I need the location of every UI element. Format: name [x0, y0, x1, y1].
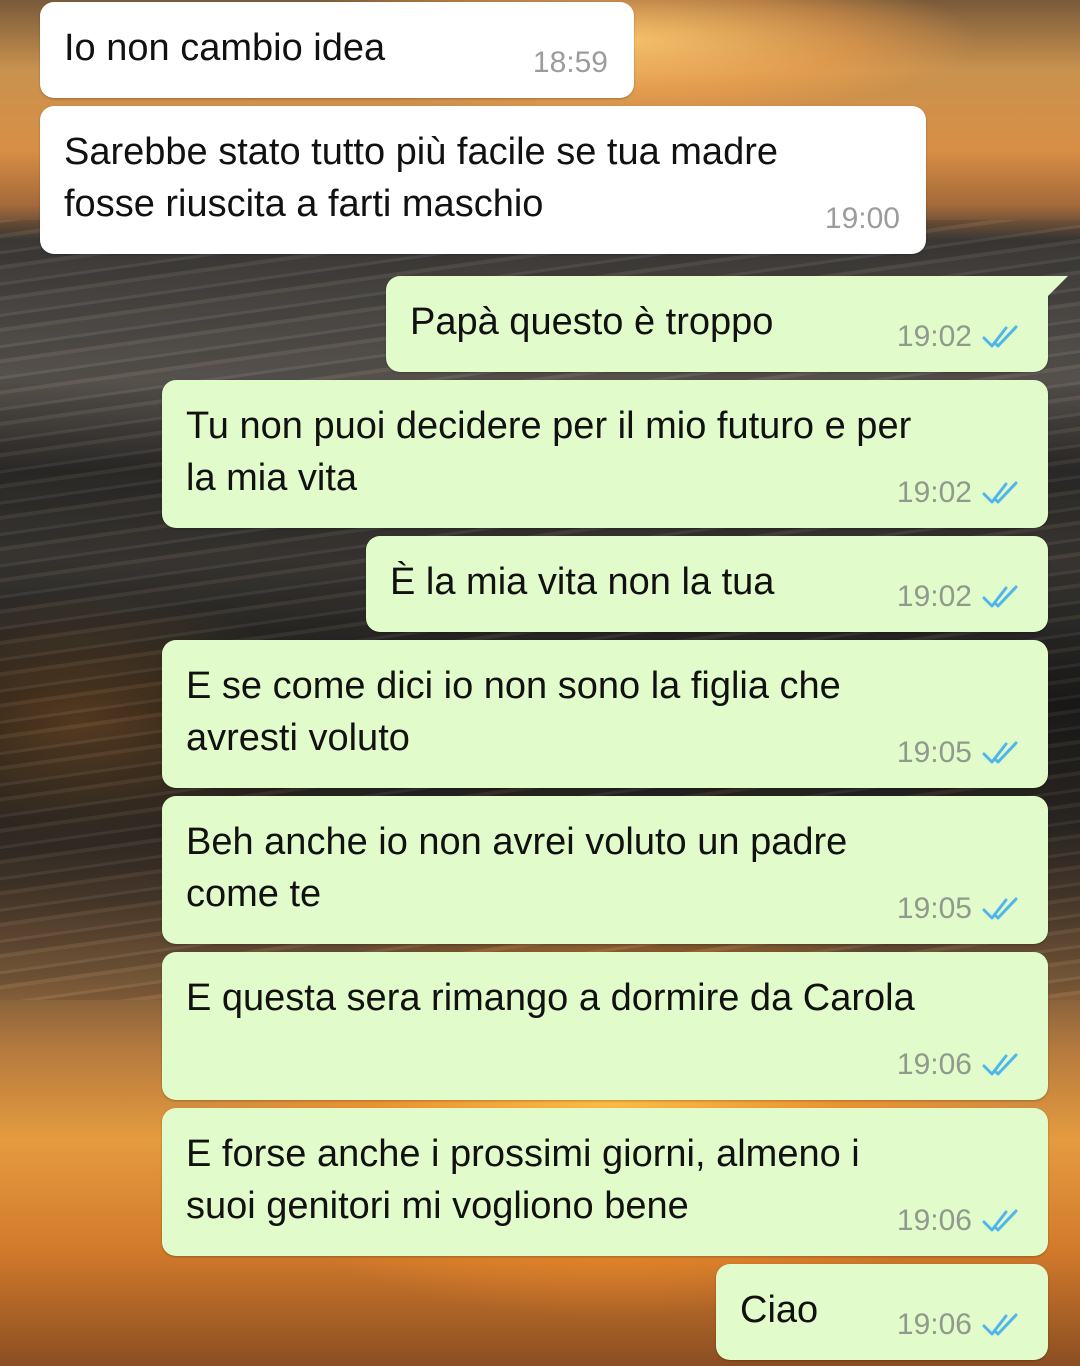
- message-text: Tu non puoi decidere per il mio futuro e…: [186, 405, 912, 499]
- double-check-icon: [982, 1209, 1018, 1232]
- message-bubble-outgoing[interactable]: E questa sera rimango a dormire da Carol…: [162, 952, 1048, 1100]
- message-bubble-outgoing[interactable]: È la mia vita non la tua 19:02: [366, 536, 1048, 632]
- double-check-icon: [982, 481, 1018, 504]
- message-text: E forse anche i prossimi giorni, almeno …: [186, 1133, 860, 1227]
- message-text: Io non cambio idea: [64, 27, 386, 69]
- double-check-icon: [982, 1313, 1018, 1336]
- message-text: Sarebbe stato tutto più facile se tua ma…: [64, 131, 778, 225]
- double-check-icon: [982, 585, 1018, 608]
- double-check-icon: [982, 897, 1018, 920]
- double-check-icon: [982, 325, 1018, 348]
- message-time: 19:02: [896, 580, 972, 613]
- message-time: 19:02: [896, 320, 972, 353]
- message-bubble-outgoing[interactable]: E se come dici io non sono la figlia che…: [162, 640, 1048, 788]
- message-meta: 19:02: [897, 476, 1022, 510]
- message-time: 19:06: [896, 1204, 972, 1237]
- message-text: Papà questo è troppo: [410, 301, 774, 343]
- message-bubble-incoming[interactable]: Io non cambio idea 18:59: [40, 2, 634, 98]
- message-bubble-incoming[interactable]: Sarebbe stato tutto più facile se tua ma…: [40, 106, 926, 254]
- message-meta: 19:06: [897, 1048, 1022, 1082]
- message-bubble-outgoing[interactable]: Ciao 19:06: [716, 1264, 1048, 1360]
- message-meta: 19:06: [897, 1204, 1022, 1238]
- message-time: 19:06: [896, 1048, 972, 1081]
- message-bubble-outgoing[interactable]: Tu non puoi decidere per il mio futuro e…: [162, 380, 1048, 528]
- message-meta: 19:02: [897, 320, 1022, 354]
- message-text: Ciao: [740, 1289, 819, 1331]
- message-meta: 19:05: [897, 892, 1022, 926]
- message-time: 19:02: [896, 476, 972, 509]
- message-time: 18:59: [532, 46, 608, 79]
- chat-area[interactable]: Io non cambio idea 18:59 Sarebbe stato t…: [0, 0, 1080, 1366]
- message-text: È la mia vita non la tua: [390, 561, 775, 603]
- message-text: E se come dici io non sono la figlia che…: [186, 665, 841, 759]
- double-check-icon: [982, 741, 1018, 764]
- message-meta: 18:59: [533, 46, 608, 80]
- message-text: Beh anche io non avrei voluto un padre c…: [186, 821, 848, 915]
- message-meta: 19:02: [897, 580, 1022, 614]
- message-bubble-outgoing[interactable]: Beh anche io non avrei voluto un padre c…: [162, 796, 1048, 944]
- bubble-tail: [1046, 276, 1068, 298]
- message-meta: 19:05: [897, 736, 1022, 770]
- message-meta: 19:06: [897, 1308, 1022, 1342]
- message-time: 19:05: [896, 736, 972, 769]
- message-meta: 19:00: [825, 202, 900, 236]
- message-bubble-outgoing[interactable]: Papà questo è troppo 19:02: [386, 276, 1068, 372]
- message-bubble-outgoing[interactable]: E forse anche i prossimi giorni, almeno …: [162, 1108, 1048, 1256]
- message-time: 19:06: [896, 1308, 972, 1341]
- message-time: 19:00: [824, 202, 900, 235]
- double-check-icon: [982, 1053, 1018, 1076]
- message-time: 19:05: [896, 892, 972, 925]
- message-text: E questa sera rimango a dormire da Carol…: [186, 977, 915, 1019]
